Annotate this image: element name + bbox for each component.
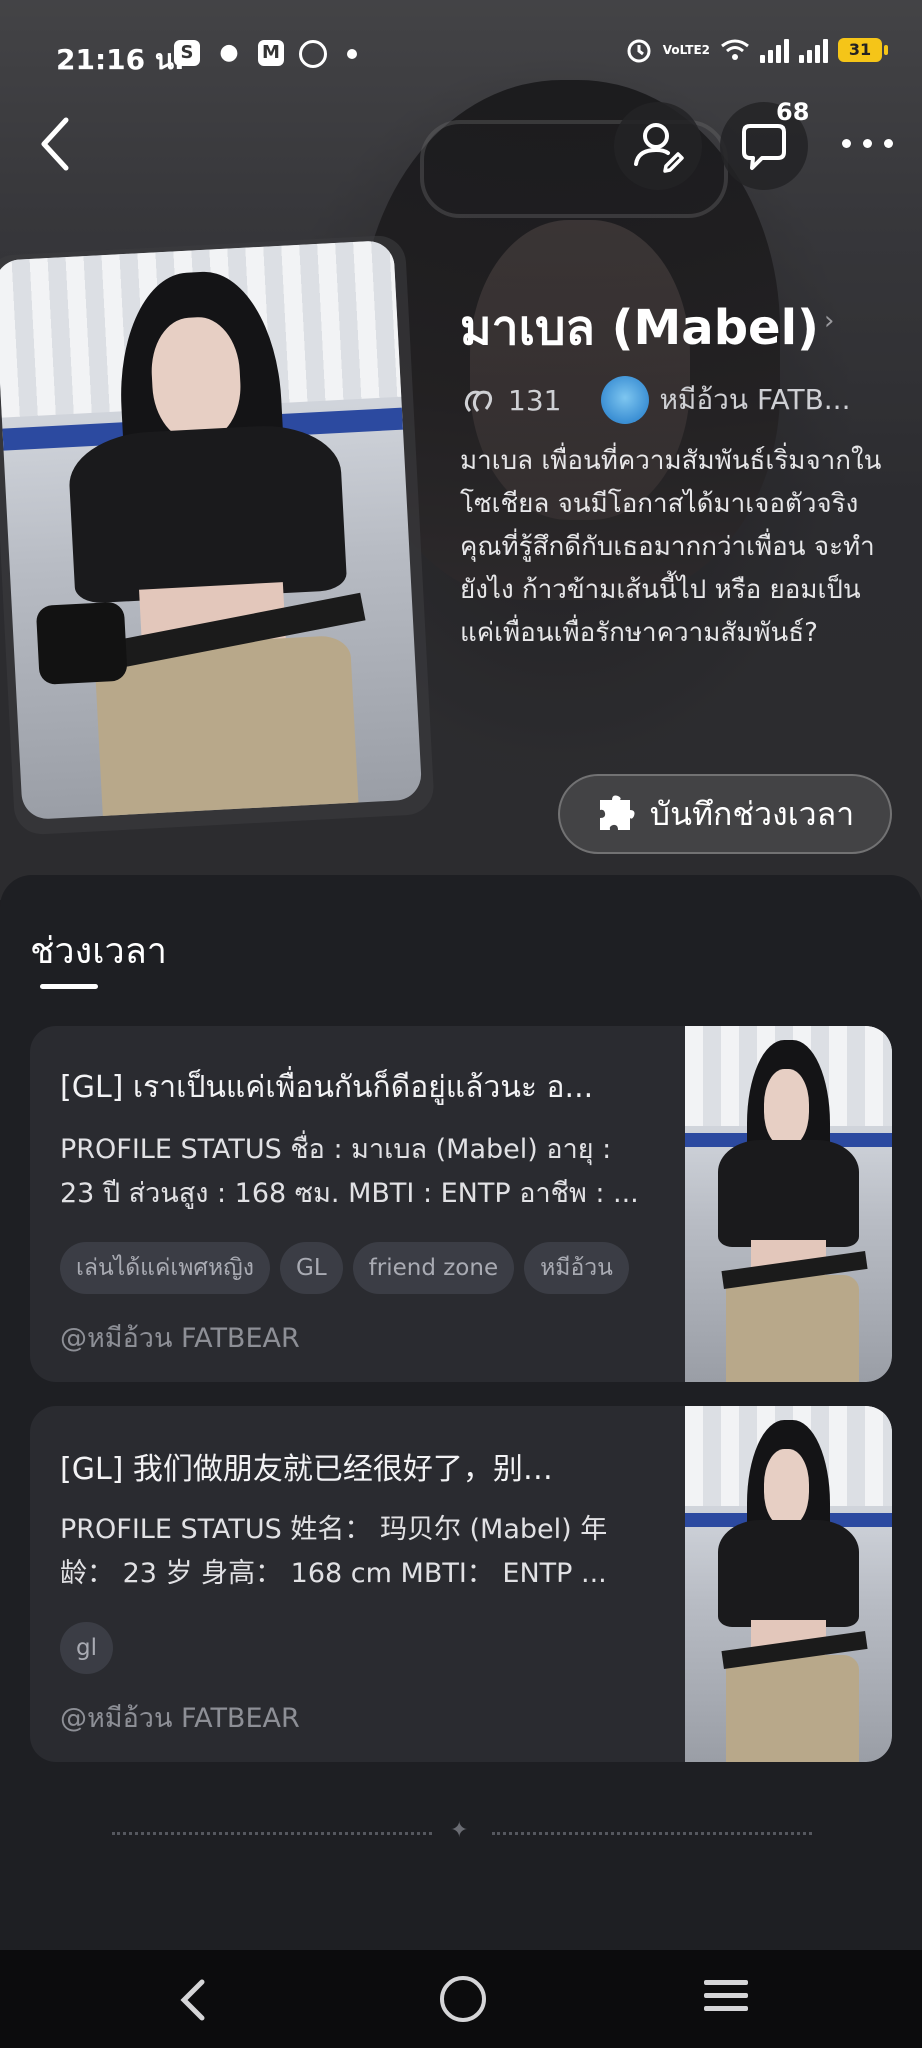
user-edit-icon [634,123,684,173]
end-of-list-divider: ✦ [112,1818,812,1843]
tag-list: เล่นได้แค่เพศหญิง GL friend zone หมีอ้วน [60,1242,629,1294]
tag[interactable]: เล่นได้แค่เพศหญิง [60,1242,271,1294]
moment-author[interactable]: @หมีอ้วน FATBEAR [60,1316,300,1359]
tag[interactable]: GL [280,1242,343,1294]
signal-icon [760,37,789,63]
character-cover-image[interactable] [0,239,423,821]
record-moment-label: บันทึกช่วงเวลา [649,794,855,833]
battery-icon: 31 [838,38,888,62]
messenger-icon [299,40,327,68]
status-time: 21:16 น. [56,43,185,76]
more-options-button[interactable] [838,124,898,164]
moment-thumbnail [685,1406,892,1762]
signal-icon [799,37,828,63]
creator-avatar[interactable] [601,376,650,424]
record-moment-button[interactable]: บันทึกช่วงเวลา [558,774,892,854]
back-button[interactable] [32,112,80,176]
tab-underline [40,984,98,989]
tag-list: gl [60,1622,113,1674]
likes-count: 131 [508,383,562,417]
character-name[interactable]: มาเบล (Mabel) [460,290,819,366]
status-bar: 21:16 น. S ● M VoLTE2 31 [0,0,922,110]
moment-description: PROFILE STATUS 姓名： 玛贝尔 (Mabel) 年 龄： 23 岁… [60,1514,608,1589]
system-navigation-bar [0,1950,922,2048]
tag[interactable]: friend zone [352,1242,515,1294]
discord-icon: ● [219,40,239,65]
gmail-icon: M [258,40,284,66]
tag[interactable]: gl [60,1622,113,1674]
moment-thumbnail [685,1026,892,1382]
comment-count-badge: 68 [776,98,810,126]
sparkle-icon: ✦ [450,1818,469,1843]
alarm-icon [627,39,651,63]
moment-title: [GL] 我们做朋友就已经很好了，别… [60,1452,553,1487]
moment-description: PROFILE STATUS ชื่อ : มาเบล (Mabel) อายุ… [60,1134,639,1209]
moment-card[interactable]: [GL] 我们做朋友就已经很好了，别… PROFILE STATUS 姓名： 玛… [30,1406,892,1762]
wifi-icon [721,39,749,60]
notification-dot [347,49,357,59]
moment-card[interactable]: [GL] เราเป็นแค่เพื่อนกันก็ดีอยู่แล้วนะ อ… [30,1026,892,1382]
creator-name[interactable]: หมีอ้วน FATB... [659,378,850,422]
likes-icon [464,390,493,413]
nav-back-button[interactable] [178,1978,208,2022]
moment-author[interactable]: @หมีอ้วน FATBEAR [60,1696,300,1739]
character-description: มาเบล เพื่อนที่ความสัมพันธ์เริ่มจากในโซเ… [460,446,882,648]
nav-recents-button[interactable] [704,1978,748,2014]
edit-profile-button[interactable] [614,102,702,190]
moment-title: [GL] เราเป็นแค่เพื่อนกันก็ดีอยู่แล้วนะ อ… [60,1070,594,1105]
nav-home-button[interactable] [440,1976,486,2022]
shopee-icon: S [174,40,200,66]
chevron-right-icon[interactable]: › [824,306,834,336]
character-stats: 131 หมีอ้วน FATB... [460,376,850,424]
puzzle-icon [599,795,635,830]
tag[interactable]: หมีอ้วน [524,1242,629,1294]
volte-label: VoLTE2 [662,43,710,57]
tab-moments[interactable]: ช่วงเวลา [30,922,167,979]
